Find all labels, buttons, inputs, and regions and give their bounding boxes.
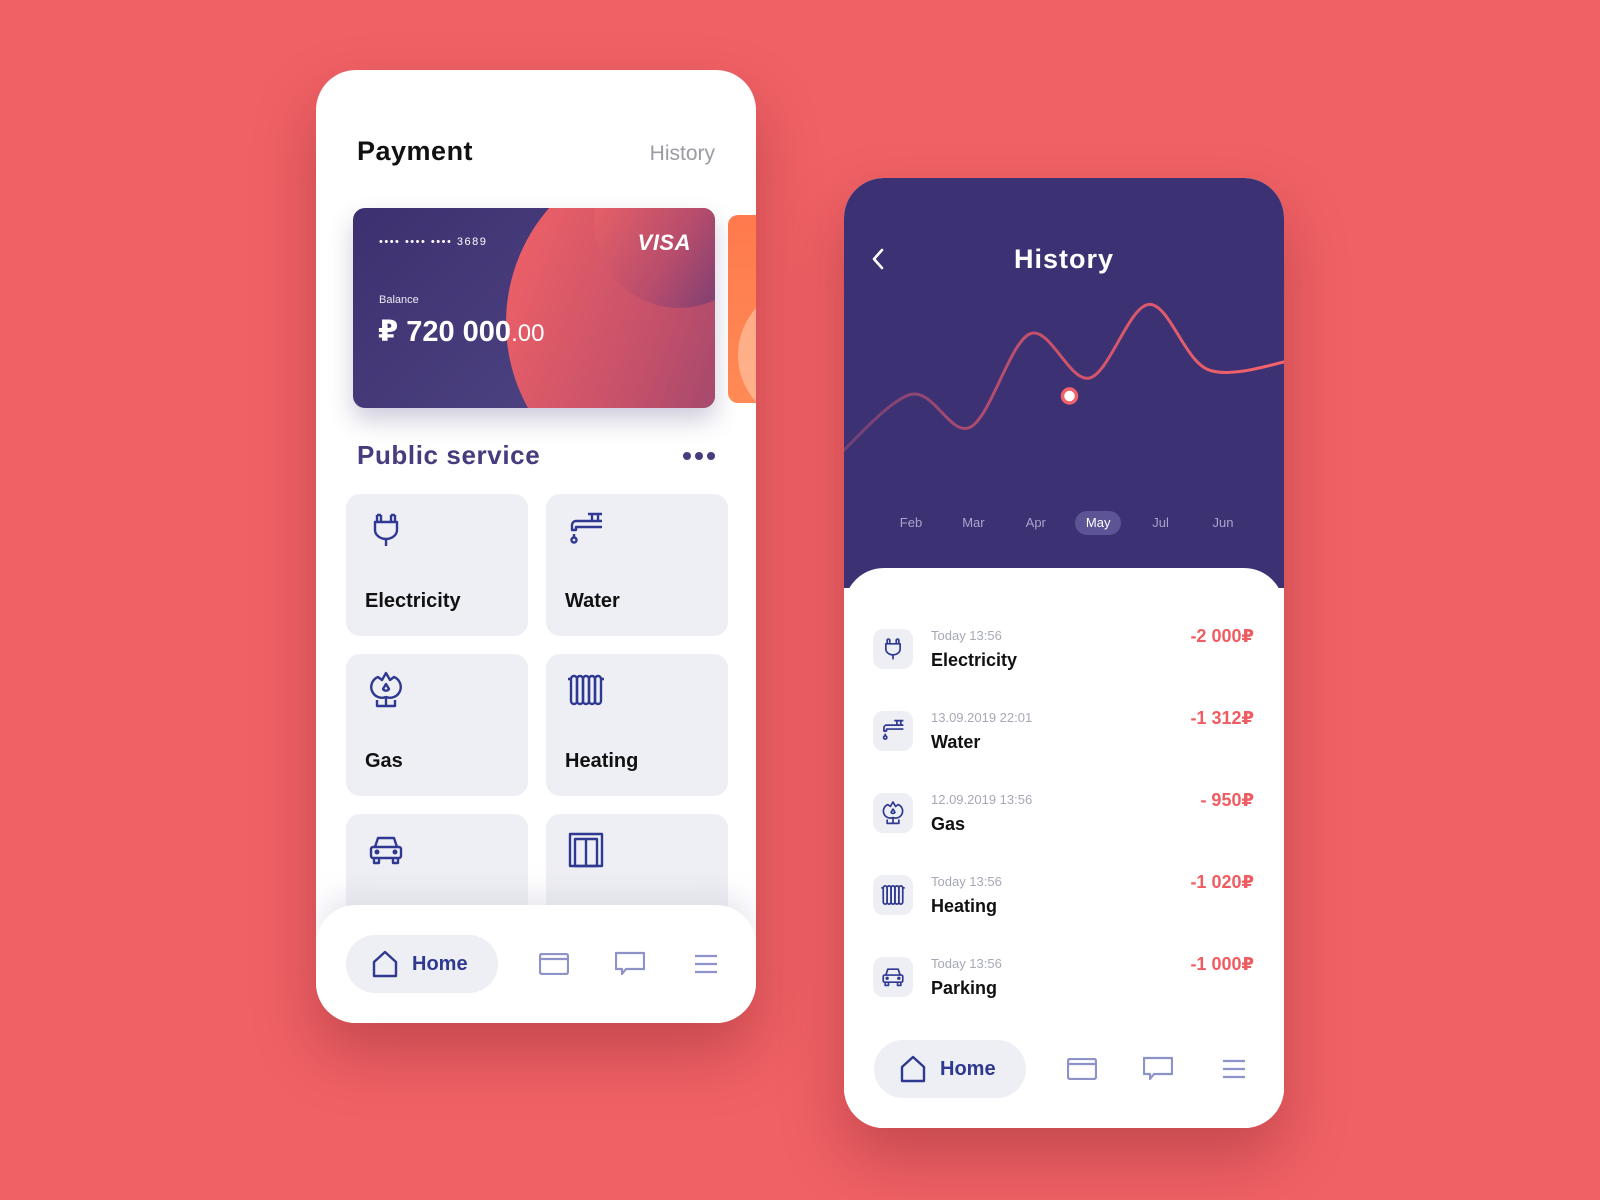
section-title: Public service [357, 440, 541, 470]
gas-flame-icon [370, 671, 402, 708]
payment-screen: Payment History •••• •••• •••• 3689 VISA… [316, 70, 756, 1023]
transaction-row[interactable]: Today 13:56 Parking -1 000₽ [873, 936, 1254, 1018]
card-decoration [738, 285, 756, 403]
spending-chart [844, 302, 1284, 453]
transaction-name: Water [931, 731, 981, 752]
plug-icon [885, 638, 901, 660]
nav-messages-button[interactable] [1138, 1049, 1178, 1089]
transaction-name: Electricity [931, 649, 1018, 670]
nav-messages-button[interactable] [610, 944, 650, 984]
nav-home-button[interactable]: Home [874, 1040, 1026, 1098]
transaction-time: Today 13:56 [931, 955, 1002, 971]
chart-highlight-point[interactable] [1060, 387, 1079, 405]
transaction-time: 13.09.2019 22:01 [931, 709, 1033, 725]
faucet-icon [570, 512, 602, 544]
month-tab-mar[interactable]: Mar [950, 511, 996, 535]
transaction-row[interactable]: 12.09.2019 13:56 Gas - 950₽ [873, 772, 1254, 854]
bottom-nav: Home [844, 1010, 1284, 1128]
month-tab-feb[interactable]: Feb [888, 511, 934, 535]
plug-icon [373, 513, 399, 546]
chart-line [844, 302, 1284, 453]
balance-value: ₽ 720 000.00 [378, 314, 544, 349]
gas-flame-icon [882, 801, 904, 825]
car-icon [369, 836, 403, 865]
history-link[interactable]: History [650, 142, 715, 166]
faucet-icon [882, 719, 904, 740]
transaction-amount: - 950₽ [1200, 790, 1254, 810]
nav-home-label: Home [412, 952, 468, 975]
month-tab-may[interactable]: May [1075, 511, 1122, 535]
month-tab-apr[interactable]: Apr [1013, 511, 1059, 535]
nav-cards-button[interactable] [534, 944, 574, 984]
service-label: Water [565, 590, 620, 612]
balance-main: ₽ 720 000 [378, 316, 512, 348]
nav-cards-button[interactable] [1062, 1049, 1102, 1089]
credit-card-icon [1066, 1058, 1097, 1080]
chat-bubble-icon [614, 951, 645, 976]
balance-label: Balance [379, 294, 419, 306]
balance-cents: .00 [511, 320, 545, 347]
more-options-icon[interactable] [683, 446, 715, 466]
transaction-amount: -1 312₽ [1190, 708, 1254, 728]
home-icon [900, 1055, 926, 1083]
history-screen: History Feb Mar Apr May Jul Jun Today 13:56 El… [844, 178, 1284, 1128]
chat-bubble-icon [1142, 1056, 1173, 1081]
transactions-sheet: Today 13:56 Electricity -2 000₽ 13.09.201… [844, 568, 1284, 1128]
transaction-amount: -2 000₽ [1190, 626, 1254, 646]
month-tab-jun[interactable]: Jun [1200, 511, 1246, 535]
card-number: •••• •••• •••• 3689 [379, 236, 488, 248]
transaction-time: Today 13:56 [931, 627, 1002, 643]
transaction-amount: -1 020₽ [1190, 872, 1254, 892]
nav-home-button[interactable]: Home [346, 935, 498, 993]
radiator-icon [568, 674, 604, 706]
section-header: Public service [357, 440, 715, 471]
service-tile-water[interactable]: Water [546, 494, 728, 636]
page-title: Payment [357, 136, 474, 166]
transaction-list: Today 13:56 Electricity -2 000₽ 13.09.201… [873, 608, 1254, 1018]
history-header: History Feb Mar Apr May Jul Jun [844, 178, 1284, 588]
transaction-time: 12.09.2019 13:56 [931, 791, 1033, 807]
hamburger-menu-icon [1222, 1059, 1245, 1079]
service-grid: Electricity Water Gas Heating [346, 494, 730, 956]
bottom-nav: Home [316, 905, 756, 1023]
service-tile-gas[interactable]: Gas [346, 654, 528, 796]
elevator-icon [568, 832, 604, 868]
service-label: Gas [365, 750, 403, 772]
payment-header: Payment History [357, 136, 715, 167]
hamburger-menu-icon [694, 954, 717, 974]
month-selector: Feb Mar Apr May Jul Jun [888, 511, 1246, 535]
service-tile-heating[interactable]: Heating [546, 654, 728, 796]
service-tile-electricity[interactable]: Electricity [346, 494, 528, 636]
bank-card[interactable]: •••• •••• •••• 3689 VISA Balance ₽ 720 0… [353, 208, 715, 408]
visa-logo: VISA [637, 230, 691, 255]
credit-card-icon [538, 953, 569, 975]
transaction-amount: -1 000₽ [1190, 954, 1254, 974]
next-card-preview[interactable] [728, 215, 756, 403]
transaction-name: Parking [931, 977, 998, 998]
transaction-time: Today 13:56 [931, 873, 1002, 889]
home-icon [372, 950, 398, 978]
transaction-row[interactable]: Today 13:56 Electricity -2 000₽ [873, 608, 1254, 690]
transaction-name: Heating [931, 895, 998, 916]
month-tab-jul[interactable]: Jul [1138, 511, 1184, 535]
transaction-name: Gas [931, 813, 966, 834]
car-icon [882, 968, 904, 987]
service-label: Electricity [365, 590, 461, 612]
transaction-row[interactable]: Today 13:56 Heating -1 020₽ [873, 854, 1254, 936]
nav-menu-button[interactable] [686, 944, 726, 984]
service-label: Heating [565, 750, 639, 772]
nav-home-label: Home [940, 1057, 996, 1080]
nav-menu-button[interactable] [1214, 1049, 1254, 1089]
transaction-row[interactable]: 13.09.2019 22:01 Water -1 312₽ [873, 690, 1254, 772]
radiator-icon [881, 885, 905, 905]
